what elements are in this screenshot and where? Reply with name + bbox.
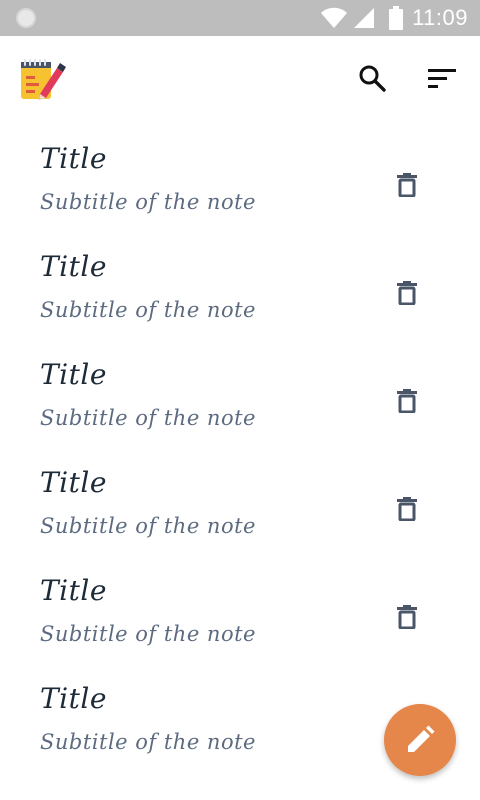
trash-icon bbox=[397, 497, 417, 521]
delete-button[interactable] bbox=[392, 384, 422, 418]
sort-icon bbox=[428, 69, 456, 88]
trash-icon bbox=[397, 281, 417, 305]
note-subtitle: Subtitle of the note bbox=[40, 190, 256, 214]
note-subtitle: Subtitle of the note bbox=[40, 514, 256, 538]
note-item[interactable]: Title Subtitle of the note bbox=[0, 552, 480, 660]
note-item[interactable]: Title Subtitle of the note bbox=[0, 228, 480, 336]
search-icon bbox=[359, 65, 386, 92]
delete-button[interactable] bbox=[392, 492, 422, 526]
note-item[interactable]: Title Subtitle of the note bbox=[0, 444, 480, 552]
pencil-icon bbox=[408, 725, 435, 752]
note-title: Title bbox=[40, 142, 107, 175]
note-title: Title bbox=[40, 250, 107, 283]
sort-button[interactable] bbox=[420, 56, 464, 100]
trash-icon bbox=[397, 389, 417, 413]
new-note-fab[interactable] bbox=[384, 704, 456, 776]
delete-button[interactable] bbox=[392, 276, 422, 310]
note-title: Title bbox=[40, 358, 107, 391]
note-subtitle: Subtitle of the note bbox=[40, 622, 256, 646]
wifi-icon bbox=[321, 7, 348, 28]
notepad-pen-icon bbox=[21, 59, 66, 100]
cellular-signal-icon bbox=[354, 8, 375, 28]
notes-list: Title Subtitle of the note Title Subtitl… bbox=[0, 120, 480, 768]
status-time: 11:09 bbox=[412, 5, 468, 30]
trash-icon bbox=[397, 605, 417, 629]
note-item[interactable]: Title Subtitle of the note bbox=[0, 120, 480, 228]
notification-dot-icon bbox=[16, 8, 36, 28]
trash-icon bbox=[397, 173, 417, 197]
note-title: Title bbox=[40, 682, 107, 715]
search-button[interactable] bbox=[350, 56, 394, 100]
delete-button[interactable] bbox=[392, 600, 422, 634]
battery-icon bbox=[389, 6, 404, 30]
note-subtitle: Subtitle of the note bbox=[40, 298, 256, 322]
delete-button[interactable] bbox=[392, 168, 422, 202]
note-item[interactable]: Title Subtitle of the note bbox=[0, 336, 480, 444]
app-logo bbox=[18, 56, 66, 104]
note-subtitle: Subtitle of the note bbox=[40, 730, 256, 754]
status-bar: 11:09 bbox=[0, 0, 480, 36]
status-icons: 11:09 bbox=[320, 0, 468, 36]
note-subtitle: Subtitle of the note bbox=[40, 406, 256, 430]
note-title: Title bbox=[40, 466, 107, 499]
app-bar bbox=[0, 36, 480, 120]
note-title: Title bbox=[40, 574, 107, 607]
